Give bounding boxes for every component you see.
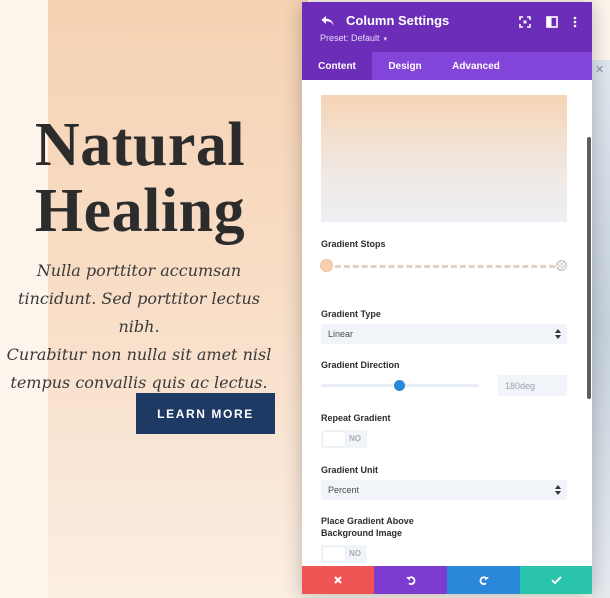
gradient-type-value: Linear — [328, 329, 354, 339]
undo-button[interactable] — [374, 566, 447, 594]
place-gradient-label: Place Gradient Above Background Image — [321, 515, 414, 539]
gradient-stops-track[interactable] — [326, 265, 564, 268]
gradient-direction-label: Gradient Direction — [321, 360, 400, 370]
toggle-state-text: NO — [349, 434, 361, 443]
hero-body-line: Nulla porttitor accumsan — [36, 261, 242, 280]
place-gradient-toggle[interactable]: NO — [321, 545, 367, 563]
caret-down-icon: ▾ — [381, 36, 387, 43]
hero-body-line: tincidunt. Sed porttitor lectus nibh. — [18, 289, 260, 336]
tab-content[interactable]: Content — [302, 52, 372, 80]
toggle-state-text: NO — [349, 549, 361, 558]
tabs-bar: Content Design Advanced — [302, 52, 592, 80]
place-gradient-label-line1: Place Gradient Above — [321, 516, 414, 526]
gradient-stop-handle-start[interactable] — [321, 260, 332, 271]
place-gradient-label-line2: Background Image — [321, 528, 403, 538]
hero-title-line1: Natural — [34, 111, 246, 179]
select-arrows-icon — [555, 485, 561, 495]
gradient-stops-label: Gradient Stops — [321, 239, 386, 249]
more-vertical-icon[interactable] — [568, 15, 582, 29]
tab-design[interactable]: Design — [374, 52, 436, 80]
sidebar-layout-icon[interactable] — [545, 15, 559, 29]
hero-body-line: Curabitur non nulla sit amet nisl — [6, 345, 272, 364]
cancel-button[interactable] — [302, 566, 374, 594]
panel-scrollbar[interactable] — [587, 137, 591, 399]
redo-button[interactable] — [447, 566, 520, 594]
toggle-knob — [323, 432, 345, 446]
gradient-type-label: Gradient Type — [321, 309, 381, 319]
fullscreen-icon[interactable] — [518, 15, 532, 29]
hero-body-text: Nulla porttitor accumsan tincidunt. Sed … — [0, 257, 278, 397]
preset-selector[interactable]: Preset: Default ▾ — [320, 32, 387, 46]
close-icon — [334, 576, 342, 584]
repeat-gradient-label: Repeat Gradient — [321, 413, 391, 423]
column-settings-panel: Column Settings Preset: Default ▾ Conten… — [302, 2, 592, 594]
panel-footer — [302, 566, 592, 594]
gradient-direction-input[interactable] — [498, 375, 567, 396]
right-edge-image: ✕ — [592, 60, 610, 598]
toggle-knob — [323, 547, 345, 561]
preset-label[interactable]: Preset: Default — [320, 33, 380, 43]
gradient-direction-slider-thumb[interactable] — [394, 380, 405, 391]
hero-title-line2: Healing — [34, 177, 246, 245]
panel-title: Column Settings — [346, 13, 450, 28]
undo-icon — [405, 576, 415, 585]
undo-arrow-icon[interactable] — [320, 13, 336, 29]
panel-body: Gradient Stops Gradient Type Linear Grad… — [302, 80, 592, 568]
gradient-unit-label: Gradient Unit — [321, 465, 379, 475]
repeat-gradient-toggle[interactable]: NO — [321, 430, 367, 448]
gradient-type-select[interactable]: Linear — [321, 324, 567, 344]
redo-icon — [479, 576, 489, 585]
checkmark-icon — [550, 576, 562, 585]
save-button[interactable] — [520, 566, 592, 594]
hero-title: Natural Healing — [20, 112, 260, 244]
learn-more-button[interactable]: LEARN MORE — [136, 393, 275, 434]
close-icon-faint: ✕ — [595, 63, 605, 76]
gradient-stop-handle-end[interactable] — [556, 260, 567, 271]
gradient-preview — [321, 95, 567, 222]
gradient-unit-value: Percent — [328, 485, 360, 495]
gradient-unit-select[interactable]: Percent — [321, 480, 567, 500]
panel-header: Column Settings Preset: Default ▾ — [302, 2, 592, 52]
select-arrows-icon — [555, 329, 561, 339]
tab-advanced[interactable]: Advanced — [440, 52, 512, 80]
